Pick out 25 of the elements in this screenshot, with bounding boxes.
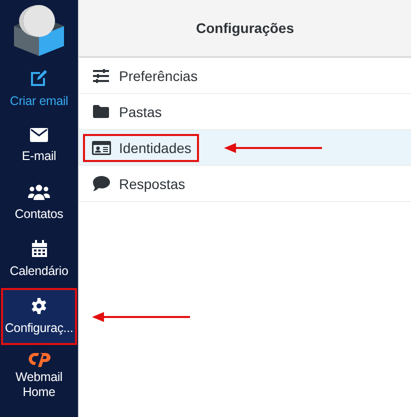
settings-item[interactable]: Respostas: [83, 170, 194, 198]
people-icon: [28, 184, 50, 200]
settings-row[interactable]: Respostas: [79, 166, 411, 202]
settings-row[interactable]: Identidades: [79, 130, 411, 166]
edit-icon: [29, 68, 49, 87]
id-card-icon: [92, 140, 110, 154]
logo-icon: [12, 4, 66, 56]
settings-item[interactable]: Pastas: [83, 98, 170, 126]
nav-item[interactable]: E-mail: [1, 117, 77, 174]
settings-item[interactable]: Identidades: [83, 134, 200, 162]
sliders-icon: [93, 68, 109, 82]
envelope-icon: [30, 128, 48, 142]
speech-bubble-icon: [92, 176, 110, 191]
cpanel-logo-icon: [26, 351, 52, 368]
nav-item[interactable]: Calendário: [1, 231, 77, 288]
settings-item[interactable]: Preferências: [83, 62, 206, 90]
folder-icon: [93, 105, 109, 118]
nav-item[interactable]: Webmail Home: [9, 345, 69, 405]
nav-item[interactable]: Configuraç...: [1, 288, 77, 345]
nav-item[interactable]: Contatos: [1, 174, 77, 231]
compose-button[interactable]: Criar email: [1, 60, 77, 117]
calendar-icon: [32, 240, 46, 258]
settings-icon: [31, 298, 47, 314]
settings-row[interactable]: Preferências: [79, 58, 411, 94]
panel-title: Configurações: [196, 20, 294, 36]
